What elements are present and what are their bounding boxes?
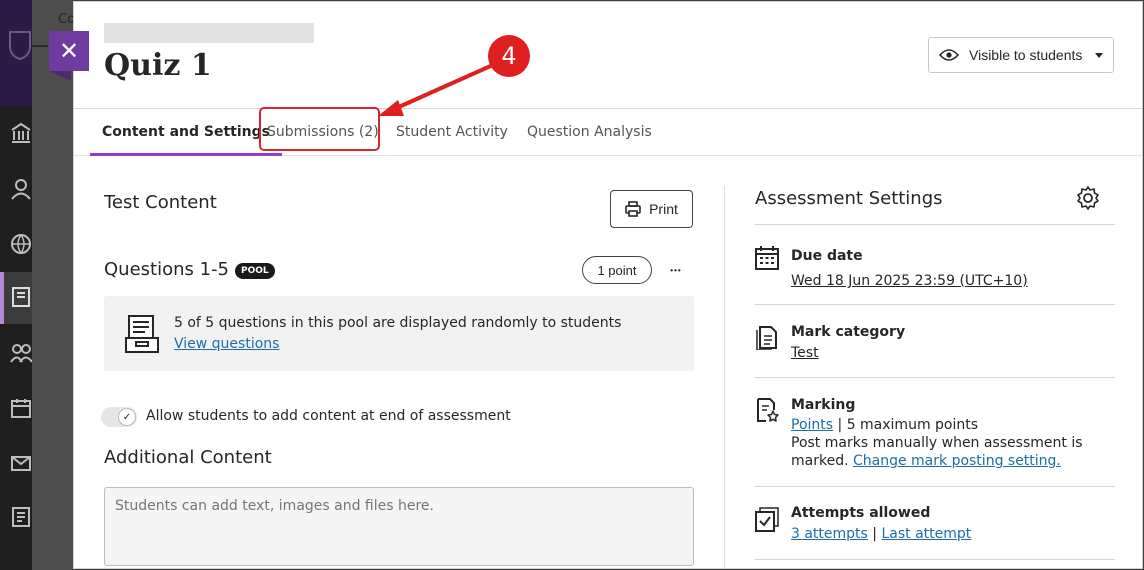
step-callout: 4 [488,35,530,77]
marking-scheme-row: Points | 5 maximum points [791,416,978,434]
question-pool-icon [125,315,159,353]
max-points-text: 5 maximum points [846,417,979,433]
settings-divider [755,224,1115,225]
document-icon [756,326,777,350]
mark-category-link[interactable]: Test [791,344,819,362]
university-logo-icon [9,31,31,60]
pool-badge: POOL [235,263,275,279]
points-button[interactable]: 1 point [582,256,652,284]
test-content-heading: Test Content [104,192,217,213]
settings-divider [755,486,1115,487]
print-button[interactable]: Print [610,190,693,228]
printer-icon [625,201,641,217]
more-icon: ••• [670,265,682,275]
attempts-separator: | [872,526,878,542]
marking-label: Marking [791,397,856,413]
background-content-strip [32,0,74,570]
check-icon: ✓ [118,408,136,426]
additional-content-input[interactable] [104,487,694,566]
app-sidebar [0,0,32,570]
close-panel-button[interactable]: ✕ [49,31,89,81]
post-marks-text: Post marks manually when assessment is [791,435,1083,451]
assessment-settings-heading: Assessment Settings [755,188,943,209]
marking-points-link[interactable]: Points [791,417,833,433]
globe-icon[interactable] [10,233,32,255]
question-pool-box: 5 of 5 questions in this pool are displa… [104,296,694,371]
settings-divider [755,377,1115,378]
courses-icon [12,287,30,307]
eye-icon [939,49,959,61]
institution-icon[interactable] [10,122,32,144]
messages-icon[interactable] [10,452,32,474]
allow-content-label: Allow students to add content at end of … [146,408,511,424]
attempts-link[interactable]: 3 attempts [791,526,868,542]
additional-content-heading: Additional Content [104,447,272,468]
print-label: Print [649,201,678,217]
calendar-icon [755,246,779,270]
pool-message: 5 of 5 questions in this pool are displa… [174,315,622,331]
questions-heading: Questions 1-5 POOL [104,259,275,280]
post-marks-text-end: marked. [791,453,849,469]
close-icon: ✕ [58,37,80,65]
marking-separator: | [837,417,843,433]
gear-icon[interactable] [1075,185,1101,211]
questions-heading-text: Questions 1-5 [104,259,230,280]
change-mark-posting-link[interactable]: Change mark posting setting. [853,453,1061,469]
post-marks-row: marked. Change mark posting setting. [791,452,1061,470]
redacted-breadcrumb [104,23,314,43]
groups-icon[interactable] [10,342,32,364]
tab-bar: Content and Settings Submissions (2) Stu… [74,108,1142,156]
settings-divider [755,559,1115,560]
profile-icon[interactable] [10,178,32,200]
view-questions-link[interactable]: View questions [174,336,279,352]
column-divider [724,186,725,568]
assessment-panel: Quiz 1 Visible to students Content and S… [73,1,1143,569]
attempts-row: 3 attempts | Last attempt [791,525,971,543]
tab-content-and-settings[interactable]: Content and Settings [90,109,282,156]
more-options-button[interactable]: ••• [664,258,688,282]
settings-divider [755,304,1115,305]
due-date-link[interactable]: Wed 18 Jun 2025 23:59 (UTC+10) [791,272,1028,290]
visibility-label: Visible to students [969,47,1083,63]
submissions-tab-highlight [259,107,380,151]
chevron-down-icon [1095,52,1103,58]
attempts-label: Attempts allowed [791,505,931,521]
sidebar-active-item[interactable] [0,272,32,324]
mark-category-label: Mark category [791,324,906,340]
sidebar-brand-area [0,0,32,106]
grades-icon[interactable] [10,506,32,528]
page-title: Quiz 1 [104,48,212,83]
marking-icon [757,398,779,422]
calendar-icon[interactable] [10,397,32,419]
allow-content-toggle[interactable]: ✓ [101,407,137,427]
last-attempt-link[interactable]: Last attempt [881,526,971,542]
tab-question-analysis[interactable]: Question Analysis [527,109,652,155]
visibility-dropdown[interactable]: Visible to students [928,37,1114,73]
attempts-icon [755,507,779,532]
due-date-label: Due date [791,248,863,264]
